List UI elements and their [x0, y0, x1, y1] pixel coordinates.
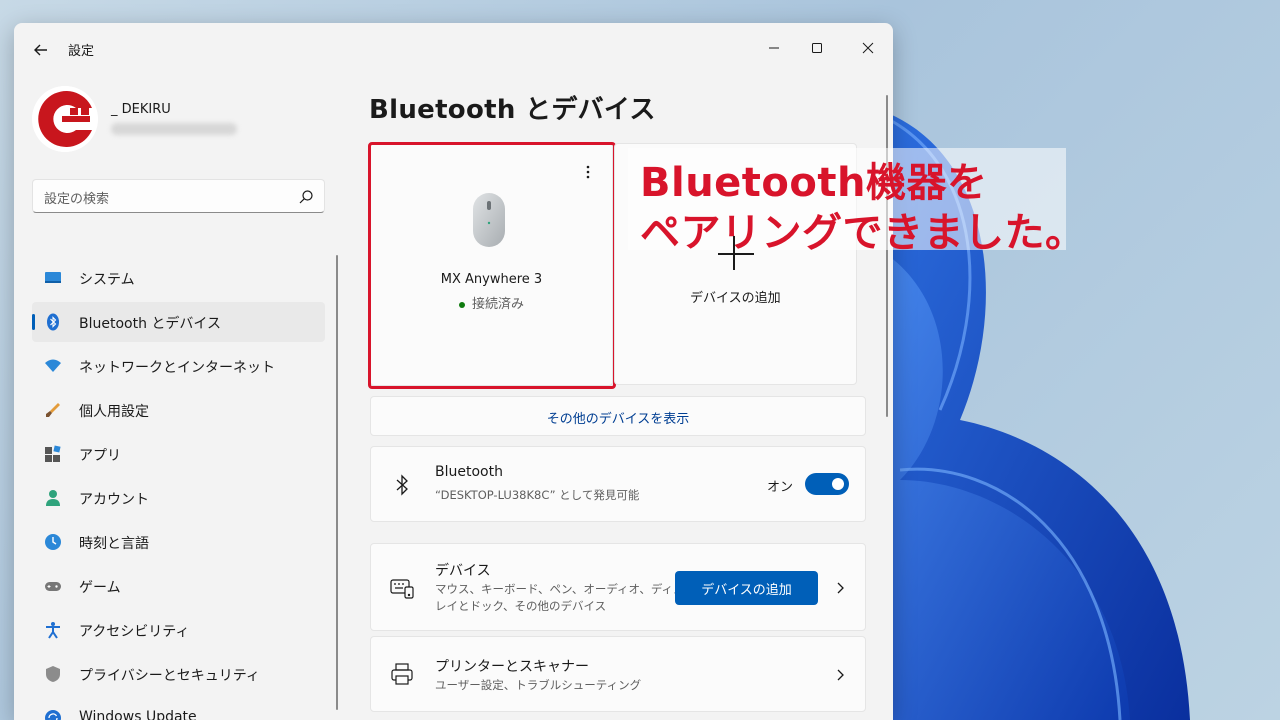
sidebar-scrollbar[interactable] [336, 255, 338, 710]
add-device-tile-label: デバイスの追加 [690, 291, 781, 306]
add-device-button[interactable]: デバイスの追加 [675, 571, 818, 605]
printers-subtitle: ユーザー設定、トラブルシューティング [435, 678, 642, 692]
plus-icon [718, 236, 754, 270]
chevron-right-icon[interactable] [833, 668, 847, 682]
sidebar-item-network[interactable]: ネットワークとインターネット [32, 346, 325, 386]
sidebar-item-apps[interactable]: アプリ [32, 434, 325, 474]
time-language-icon [45, 534, 61, 550]
more-options-icon[interactable] [580, 163, 596, 181]
bluetooth-subtitle: “DESKTOP-LU38K8C” として発見可能 [435, 488, 640, 502]
page-title: Bluetooth とデバイス [369, 95, 656, 125]
search-input[interactable]: 設定の検索 [32, 179, 325, 213]
shield-icon [46, 666, 60, 682]
sidebar-item-label: プライバシーとセキュリティ [79, 668, 260, 684]
sidebar-item-label: アカウント [79, 492, 149, 508]
sidebar-item-accessibility[interactable]: アクセシビリティ [32, 610, 325, 650]
search-icon[interactable] [298, 189, 314, 205]
sidebar-item-bluetooth[interactable]: Bluetooth とデバイス [32, 302, 325, 342]
devices-subtitle-line1: マウス、キーボード、ペン、オーディオ、ディスプ [435, 582, 697, 596]
bluetooth-toggle[interactable] [805, 473, 849, 495]
system-icon [45, 272, 61, 283]
sidebar-item-privacy[interactable]: プライバシーとセキュリティ [32, 654, 325, 694]
sidebar-item-time-language[interactable]: 時刻と言語 [32, 522, 325, 562]
avatar[interactable] [32, 86, 98, 152]
device-tile[interactable] [370, 143, 613, 386]
devices-title: デバイス [435, 563, 491, 579]
profile-email-blurred [111, 123, 237, 135]
title-bar: 設定 [14, 23, 893, 75]
sidebar-item-label: システム [79, 272, 135, 288]
sidebar-item-accounts[interactable]: アカウント [32, 478, 325, 518]
show-more-devices-button[interactable]: その他のデバイスを表示 [370, 396, 866, 436]
search-placeholder: 設定の検索 [44, 192, 110, 207]
keyboard-devices-icon [390, 579, 414, 599]
sidebar-item-label: ネットワークとインターネット [79, 360, 275, 376]
sidebar-item-label: 個人用設定 [79, 404, 149, 420]
profile-name: _ DEKIRU [111, 102, 171, 117]
chevron-right-icon[interactable] [833, 581, 847, 595]
bluetooth-icon [396, 474, 408, 496]
connected-status-dot [458, 301, 465, 308]
toggle-knob [832, 478, 844, 490]
printers-title: プリンターとスキャナー [435, 659, 589, 675]
sidebar-item-label: ゲーム [79, 580, 121, 596]
sidebar-item-label: Windows Update [79, 709, 197, 720]
sidebar-nav: システム Bluetooth とデバイス ネットワークとインターネット 個人用設… [32, 258, 325, 720]
printer-icon [391, 663, 413, 685]
device-name: MX Anywhere 3 [440, 272, 543, 287]
sidebar-item-label: 時刻と言語 [79, 536, 149, 552]
sidebar-item-label: アクセシビリティ [79, 624, 190, 640]
sidebar-item-personalization[interactable]: 個人用設定 [32, 390, 325, 430]
minimize-icon[interactable] [751, 31, 797, 65]
settings-window: 設定 _ DEKIRU 設定の検索 システム Bluetooth とデバイス ネ… [14, 23, 893, 720]
accessibility-icon [46, 622, 60, 639]
sidebar-item-gaming[interactable]: ゲーム [32, 566, 325, 606]
mouse-icon [473, 193, 505, 247]
apps-icon [45, 445, 61, 462]
annotation-line-2: ペアリングできました。 [640, 210, 1086, 256]
bluetooth-title: Bluetooth [435, 464, 503, 480]
update-icon [45, 710, 61, 720]
account-icon [46, 490, 60, 506]
back-arrow-icon[interactable] [30, 39, 52, 61]
sidebar-item-label: Bluetooth とデバイス [79, 316, 221, 332]
bluetooth-card: Bluetooth “DESKTOP-LU38K8C” として発見可能 オン [370, 446, 866, 522]
sidebar-item-system[interactable]: システム [32, 258, 325, 298]
bluetooth-icon [47, 313, 59, 331]
device-status-text: 接続済み [471, 297, 524, 312]
bluetooth-toggle-label: オン [767, 480, 794, 495]
printers-card[interactable]: プリンターとスキャナー ユーザー設定、トラブルシューティング [370, 636, 866, 712]
sidebar-item-label: アプリ [79, 448, 121, 464]
gamepad-icon [45, 582, 61, 591]
device-status: 接続済み [370, 293, 613, 312]
wifi-icon [45, 359, 61, 372]
show-more-devices-label: その他のデバイスを表示 [546, 412, 690, 427]
close-icon[interactable] [845, 31, 891, 65]
sidebar-item-windows-update[interactable]: Windows Update [32, 698, 325, 720]
dekiru-logo-icon [32, 86, 98, 152]
devices-subtitle-line2: レイとドック、その他のデバイス [435, 599, 607, 613]
devices-card[interactable]: デバイス マウス、キーボード、ペン、オーディオ、ディスプ レイとドック、その他の… [370, 543, 866, 631]
maximize-icon[interactable] [794, 31, 840, 65]
annotation-caption: Bluetooth機器を ペアリングできました。 [628, 148, 1085, 256]
app-title: 設定 [68, 44, 95, 59]
brush-icon [46, 403, 60, 417]
